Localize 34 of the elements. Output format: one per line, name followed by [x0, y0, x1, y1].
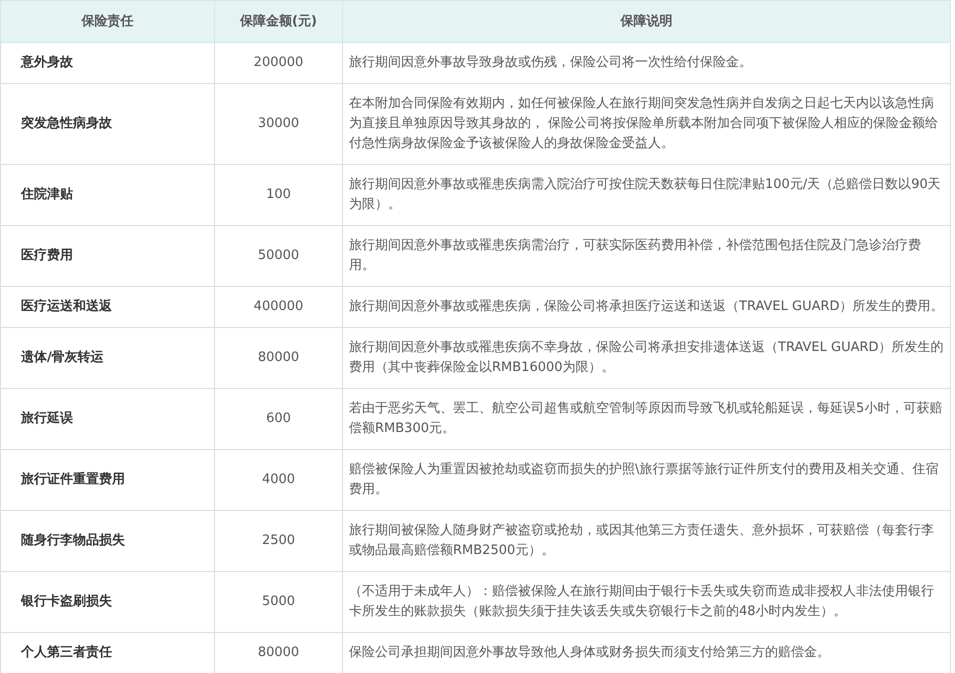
- table-cell: 4000: [214, 450, 342, 510]
- table-cell: 30000: [214, 84, 342, 164]
- table-cell: 200000: [214, 42, 342, 84]
- table-cell: 旅行期间被保险人随身财产被盗窃或抢劫，或因其他第三方责任遗失、意外损坏，可获赔偿（每套行李或物品最高赔偿额RMB2500元）。: [342, 510, 950, 572]
- table-cell: 旅行期间因意外事故或罹患疾病需入院治疗可按住院天数获每日住院津贴100元/天（总赔偿日数以90天为限）。: [342, 164, 950, 226]
- table-cell: 旅行期间因意外事故或罹患疾病不幸身故，保险公司将承担安排遗体送返（TRAVEL GUARD）所发生的费用（其中丧葬保险金以RMB16000为限）。: [342, 328, 950, 388]
- table-cell: 旅行证件重置费用: [0, 450, 214, 510]
- table-cell: 旅行延误: [0, 388, 214, 450]
- table-cell: 旅行期间因意外事故导致身故或伤残，保险公司将一次性给付保险金。: [342, 42, 950, 84]
- table-cell: 旅行期间因意外事故或罹患疾病，保险公司将承担医疗运送和送返（TRAVEL GUARD）所发生的费用。: [342, 286, 950, 328]
- table-cell: （不适用于未成年人）：赔偿被保险人在旅行期间由于银行卡丢失或失窃而造成非授权人非法使用银行卡所发生的账款损失（账款损失须于挂失该丢失或失窃银行卡之前的48小时内发生）。: [342, 572, 950, 632]
- table-cell: 若由于恶劣天气、罢工、航空公司超售或航空管制等原因而导致飞机或轮船延误，每延误5小时，可获赔偿额RMB300元。: [342, 388, 950, 450]
- table-cell: 个人第三者责任: [0, 632, 214, 673]
- table-cell: 50000: [214, 226, 342, 286]
- table-cell: 旅行期间因意外事故或罹患疾病需治疗，可获实际医药费用补偿，补偿范围包括住院及门急诊治疗费用。: [342, 226, 950, 286]
- table-cell: 100: [214, 164, 342, 226]
- table-cell: 医疗费用: [0, 226, 214, 286]
- table-cell: 在本附加合同保险有效期内，如任何被保险人在旅行期间突发急性病并自发病之日起七天内以该急性病为直接且单独原因导致其身故的， 保险公司将按保险单所载本附加合同项下被保险人相应的保险金额给付急性病身故保险金予该被保险人的身故保险金受益人。: [342, 84, 950, 164]
- table-cell: 2500: [214, 510, 342, 572]
- column-header: 保障金额(元): [214, 0, 342, 42]
- table-cell: 600: [214, 388, 342, 450]
- column-header: 保险责任: [0, 0, 214, 42]
- table-cell: 银行卡盗刷损失: [0, 572, 214, 632]
- table-cell: 住院津贴: [0, 164, 214, 226]
- column-header: 保障说明: [342, 0, 950, 42]
- table-cell: 随身行李物品损失: [0, 510, 214, 572]
- table-cell: 400000: [214, 286, 342, 328]
- table-cell: 突发急性病身故: [0, 84, 214, 164]
- table-cell: 医疗运送和送返: [0, 286, 214, 328]
- table-cell: 遗体/骨灰转运: [0, 328, 214, 388]
- table-cell: 赔偿被保险人为重置因被抢劫或盗窃而损失的护照\旅行票据等旅行证件所支付的费用及相关交通、住宿费用。: [342, 450, 950, 510]
- table-cell: 5000: [214, 572, 342, 632]
- table-cell: 意外身故: [0, 42, 214, 84]
- table-cell: 80000: [214, 328, 342, 388]
